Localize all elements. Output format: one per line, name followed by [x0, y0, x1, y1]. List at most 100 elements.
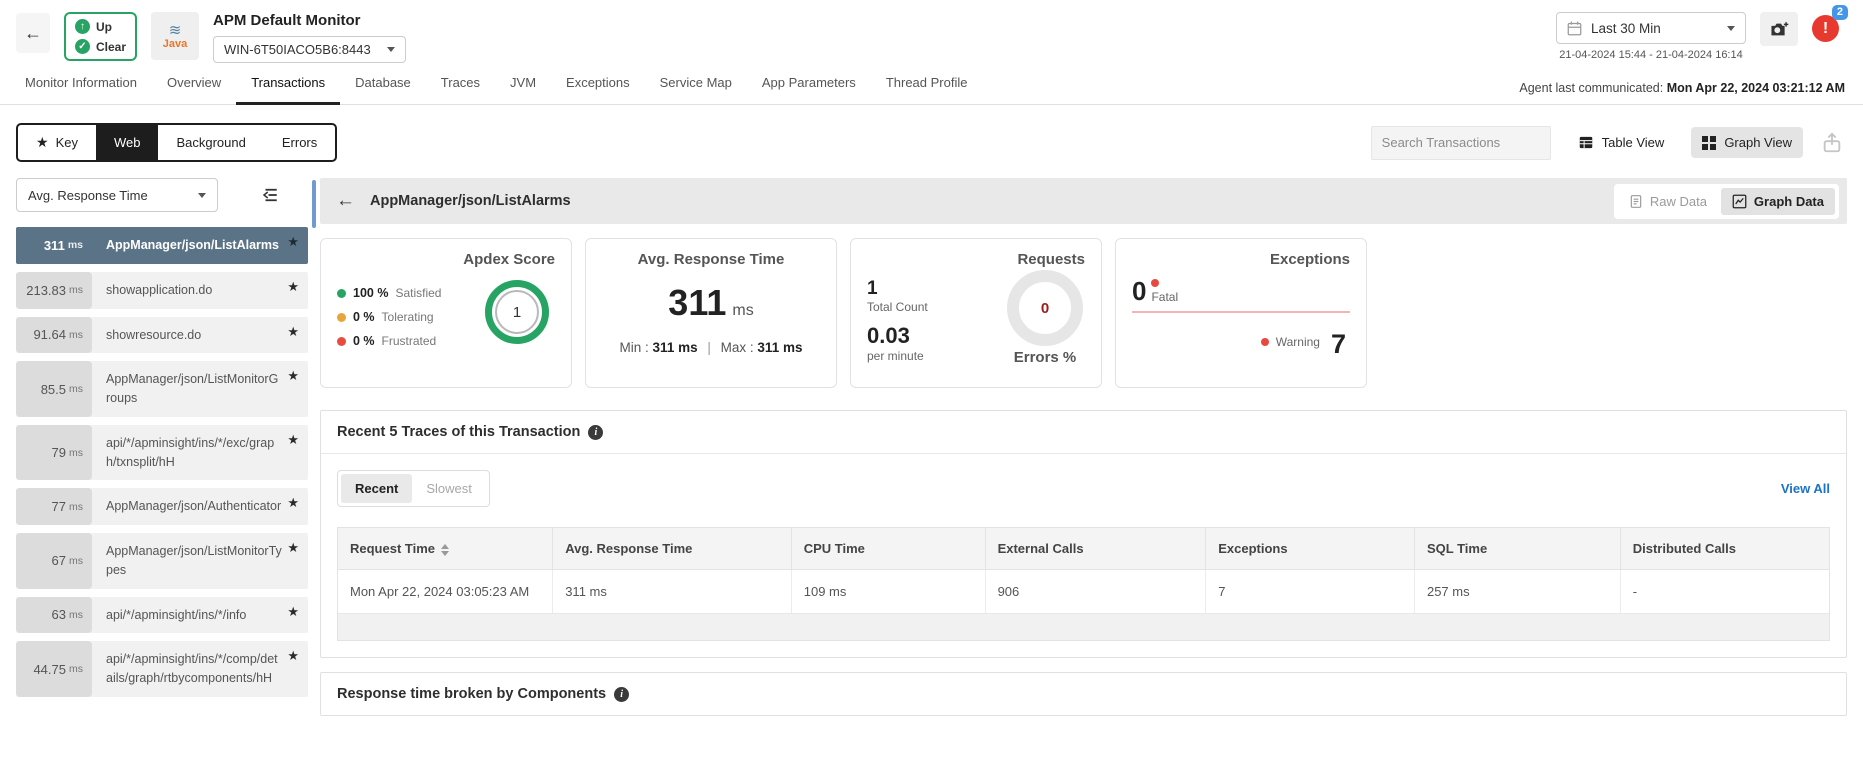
- toggle-recent[interactable]: Recent: [341, 474, 413, 503]
- collapse-list-button[interactable]: [260, 186, 280, 204]
- agent-label: Agent last communicated:: [1519, 81, 1664, 95]
- star-icon[interactable]: ★: [287, 495, 299, 511]
- java-logo: ≋ Java: [151, 12, 200, 60]
- star-icon[interactable]: ★: [287, 432, 299, 448]
- graph-data-label: Graph Data: [1753, 193, 1824, 209]
- apdex-gauge: 1: [485, 280, 549, 344]
- response-time-chip: 44.75 ms: [16, 641, 92, 697]
- star-icon[interactable]: ★: [287, 368, 299, 384]
- column-request-time[interactable]: Request Time: [338, 528, 554, 570]
- table-row[interactable]: Mon Apr 22, 2024 03:05:23 AM 311 ms 109 ms…: [338, 569, 1829, 614]
- response-time-chip: 91.64 ms: [16, 316, 92, 354]
- star-icon[interactable]: ★: [287, 604, 299, 620]
- min-max-response: Min : 311 ms | Max : 311 ms: [602, 340, 820, 355]
- table-cell: 906: [985, 569, 1207, 614]
- red-dot-icon: [1260, 337, 1269, 346]
- transaction-list-item[interactable]: 44.75 ms api/*/apminsight/ins/*/comp/detai…: [16, 641, 308, 697]
- transaction-list-item[interactable]: 63 ms api/*/apminsight/ins/*/info ★: [16, 596, 308, 634]
- transaction-list-item[interactable]: 311 ms AppManager/json/ListAlarms ★: [16, 227, 308, 264]
- traces-table-header: Request Time Avg. Response Time CPU Time Ex…: [338, 528, 1829, 570]
- table-footer-strip: [338, 614, 1829, 640]
- column-sql-time[interactable]: SQL Time: [1414, 528, 1621, 570]
- response-time-unit: ms: [69, 328, 83, 341]
- host-dropdown-value: WIN-6T50IACO5B6:8443: [224, 42, 371, 57]
- export-button[interactable]: [1821, 132, 1843, 154]
- tab-database[interactable]: Database: [340, 71, 426, 104]
- column-cpu-time[interactable]: CPU Time: [791, 528, 986, 570]
- transaction-list-item[interactable]: 91.64 ms showresource.do ★: [16, 316, 308, 354]
- camera-plus-icon: [1770, 21, 1788, 35]
- response-time-unit: ms: [69, 500, 83, 513]
- transactions-sidebar: Avg. Response Time 311 ms AppManager/json/…: [16, 178, 308, 716]
- response-time-value: 77: [51, 499, 66, 515]
- tab-monitor-information[interactable]: Monitor Information: [10, 71, 152, 104]
- min-label: Min :: [619, 340, 649, 355]
- transaction-list-item[interactable]: 79 ms api/*/apminsight/ins/*/exc/graph/txn…: [16, 424, 308, 481]
- transaction-list-item[interactable]: 67 ms AppManager/json/ListMonitorTypes ★: [16, 533, 308, 589]
- segment-web[interactable]: Web: [95, 125, 159, 160]
- alerts-indicator[interactable]: ! 2: [1812, 5, 1848, 42]
- segment-errors[interactable]: Errors: [264, 125, 335, 160]
- tab-thread-profile[interactable]: Thread Profile: [871, 71, 983, 104]
- line-chart-icon: [1732, 194, 1747, 208]
- graph-view-icon: [1702, 135, 1717, 150]
- check-icon: ✓: [75, 39, 90, 54]
- transaction-name: api/*/apminsight/ins/*/exc/graph/txnspli…: [106, 435, 275, 469]
- star-icon[interactable]: ★: [287, 234, 299, 250]
- back-button[interactable]: ←: [16, 13, 50, 53]
- response-time-chip: 213.83 ms: [16, 271, 92, 309]
- column-avg-response-time[interactable]: Avg. Response Time: [552, 528, 792, 570]
- info-icon[interactable]: i: [588, 424, 604, 440]
- column-exceptions[interactable]: Exceptions: [1205, 528, 1415, 570]
- graph-data-button[interactable]: Graph Data: [1720, 187, 1835, 215]
- star-icon[interactable]: ★: [287, 279, 299, 295]
- availability-status: ↑ Up: [75, 19, 126, 34]
- toggle-slowest[interactable]: Slowest: [412, 474, 486, 503]
- tab-overview[interactable]: Overview: [152, 71, 236, 104]
- screenshot-button[interactable]: [1760, 12, 1798, 46]
- view-all-link[interactable]: View All: [1781, 481, 1830, 496]
- column-distributed-calls[interactable]: Distributed Calls: [1620, 528, 1829, 570]
- response-time-value: 85.5: [40, 381, 66, 397]
- raw-data-button[interactable]: Raw Data: [1618, 188, 1718, 215]
- graph-view-button[interactable]: Graph View: [1691, 127, 1803, 158]
- segment-label: Background: [176, 135, 246, 150]
- transaction-list-item[interactable]: 85.5 ms AppManager/json/ListMonitorGroups ★: [16, 361, 308, 417]
- detail-back-button[interactable]: ←: [336, 190, 355, 212]
- time-range-dropdown[interactable]: Last 30 Min: [1556, 12, 1746, 44]
- requests-card: Requests 1 Total Count 0.03 per minute 0…: [850, 238, 1102, 388]
- errors-gauge: 0: [1007, 270, 1083, 346]
- column-external-calls[interactable]: External Calls: [985, 528, 1207, 570]
- legend-percent: 100 %: [353, 286, 389, 300]
- star-icon[interactable]: ★: [287, 324, 299, 340]
- metric-dropdown[interactable]: Avg. Response Time: [16, 178, 218, 212]
- tab-jvm[interactable]: JVM: [495, 71, 551, 104]
- table-view-button[interactable]: Table View: [1567, 127, 1676, 158]
- legend-label: Satisfied: [395, 286, 442, 300]
- min-value: 311 ms: [652, 340, 698, 355]
- search-box: [1370, 125, 1558, 160]
- sidebar-scrollbar[interactable]: [308, 178, 320, 716]
- tab-traces[interactable]: Traces: [426, 71, 495, 104]
- segment-label: Errors: [281, 135, 318, 150]
- transaction-list-item[interactable]: 213.83 ms showapplication.do ★: [16, 271, 308, 309]
- star-icon[interactable]: ★: [287, 540, 299, 556]
- tab-exceptions[interactable]: Exceptions: [551, 71, 645, 104]
- chevron-down-icon: [1727, 25, 1735, 31]
- star-icon[interactable]: ★: [287, 648, 299, 664]
- transaction-name: api/*/apminsight/ins/*/info: [106, 607, 247, 622]
- search-input[interactable]: [1381, 135, 1558, 150]
- tab-service-map[interactable]: Service Map: [645, 71, 747, 104]
- segment-key[interactable]: ★ Key: [18, 125, 96, 160]
- info-icon[interactable]: i: [614, 686, 630, 702]
- tab-transactions[interactable]: Transactions: [236, 71, 341, 105]
- monitor-status-box: ↑ Up ✓ Clear: [64, 12, 138, 61]
- tab-app-parameters[interactable]: App Parameters: [747, 71, 871, 104]
- sort-icon[interactable]: [441, 543, 450, 556]
- response-time-unit: ms: [69, 663, 83, 675]
- scrollbar-thumb[interactable]: [312, 180, 316, 228]
- transaction-list-item[interactable]: 77 ms AppManager/json/Authenticator ★: [16, 488, 308, 525]
- agent-value: Mon Apr 22, 2024 03:21:12 AM: [1666, 81, 1845, 95]
- host-dropdown[interactable]: WIN-6T50IACO5B6:8443: [213, 36, 406, 63]
- segment-background[interactable]: Background: [158, 125, 263, 160]
